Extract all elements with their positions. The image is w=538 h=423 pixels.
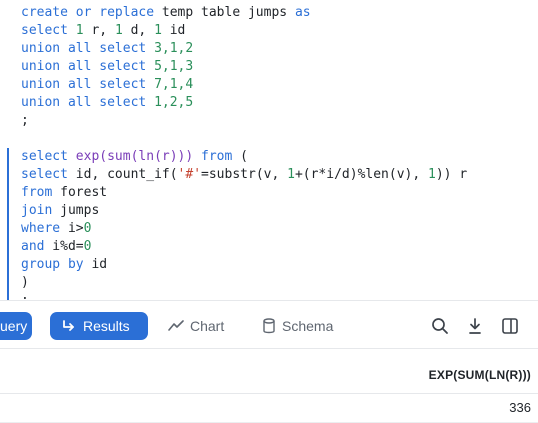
code-line: select 1 r, 1 d, 1 id: [21, 22, 311, 40]
code-line: select id, count_if('#'=substr(v, 1+(r*i…: [21, 166, 467, 184]
results-tab-button[interactable]: Results: [50, 312, 148, 340]
code-token: union all select: [21, 41, 155, 56]
code-line: group by id: [21, 256, 467, 274]
code-token: i%d=: [44, 239, 84, 254]
code-token: 1,2,5: [154, 95, 194, 110]
code-token: 0: [83, 221, 92, 236]
code-line: ;: [21, 112, 311, 130]
download-button[interactable]: [465, 316, 485, 336]
code-line: ;: [21, 292, 467, 300]
code-line: and i%d=0: [21, 238, 467, 256]
results-tab-label: Results: [83, 318, 130, 334]
code-token: forest: [52, 185, 108, 200]
table-cell: 336: [509, 400, 531, 415]
database-icon: [263, 318, 275, 334]
code-block-select-query[interactable]: select exp(sum(ln(r))) from (select id, …: [21, 148, 467, 300]
code-token: join: [21, 203, 53, 218]
code-token: exp(sum(ln(r))): [75, 149, 202, 164]
chart-tab[interactable]: Chart: [168, 312, 224, 340]
schema-tab-label: Schema: [282, 318, 334, 334]
code-line: union all select 5,1,3: [21, 58, 311, 76]
code-token: select: [21, 167, 76, 182]
code-token: )) r: [435, 167, 468, 182]
line-chart-icon: [168, 320, 184, 331]
result-toolbar: uery Results Chart Schema: [0, 300, 538, 349]
code-token: d,: [122, 23, 155, 38]
schema-tab[interactable]: Schema: [262, 312, 333, 340]
code-line: ): [21, 274, 467, 292]
code-token: i>: [60, 221, 84, 236]
code-line: create or replace temp table jumps as: [21, 4, 311, 22]
code-token: ): [21, 275, 29, 290]
code-token: id, count_if(: [75, 167, 178, 182]
code-block-create-table[interactable]: create or replace temp table jumps as sel…: [21, 4, 311, 130]
code-token: (: [232, 149, 248, 164]
sql-editor[interactable]: create or replace temp table jumps as sel…: [0, 0, 538, 300]
chart-tab-label: Chart: [190, 318, 225, 334]
code-token: union all select: [21, 59, 155, 74]
code-token: 7,1,4: [154, 77, 194, 92]
split-panel-icon: [502, 318, 518, 334]
code-token: temp table jumps: [161, 5, 295, 20]
code-token: 3,1,2: [154, 41, 194, 56]
results-table: EXP(SUM(LN(R))) 336: [0, 348, 538, 423]
code-token: union all select: [21, 77, 155, 92]
code-token: '#': [177, 167, 202, 182]
code-token: from: [21, 185, 53, 200]
code-token: 1: [75, 23, 84, 38]
code-token: id: [161, 23, 186, 38]
toggle-panel-button[interactable]: [500, 316, 520, 336]
download-icon: [469, 318, 481, 334]
code-line: union all select 7,1,4: [21, 76, 311, 94]
code-line: join jumps: [21, 202, 467, 220]
column-header[interactable]: EXP(SUM(LN(R))): [0, 348, 538, 394]
code-token: select: [21, 149, 76, 164]
query-tab-label: uery: [0, 318, 28, 334]
search-icon: [432, 318, 448, 334]
code-token: +(r*i/d)%len(v),: [294, 167, 429, 182]
code-token: ;: [21, 113, 29, 128]
code-token: id: [83, 257, 108, 272]
code-token: r,: [83, 23, 115, 38]
active-statement-marker: [7, 148, 9, 300]
code-token: union all select: [21, 95, 155, 110]
code-line: union all select 1,2,5: [21, 94, 311, 112]
code-token: 1: [287, 167, 295, 182]
code-line: select exp(sum(ln(r))) from (: [21, 148, 467, 166]
code-token: 0: [83, 239, 92, 254]
code-line: where i>0: [21, 220, 467, 238]
code-token: where: [21, 221, 61, 236]
code-token: 5,1,3: [154, 59, 194, 74]
code-token: ;: [21, 293, 29, 300]
column-header-label: EXP(SUM(LN(R))): [428, 368, 531, 382]
code-token: 1: [428, 167, 436, 182]
code-token: select: [21, 23, 76, 38]
code-token: =substr(v,: [201, 167, 288, 182]
code-token: group by: [21, 257, 84, 272]
code-token: 1: [154, 23, 162, 38]
code-token: create or replace: [21, 5, 162, 20]
code-token: from: [201, 149, 233, 164]
query-tab-button[interactable]: uery: [0, 312, 32, 340]
search-button[interactable]: [430, 316, 450, 336]
code-token: and: [21, 239, 45, 254]
code-token: as: [294, 5, 311, 20]
code-token: 1: [114, 23, 123, 38]
code-line: union all select 3,1,2: [21, 40, 311, 58]
table-row[interactable]: 336: [0, 394, 538, 423]
return-arrow-icon: [63, 320, 74, 331]
code-line: from forest: [21, 184, 467, 202]
code-token: jumps: [52, 203, 100, 218]
